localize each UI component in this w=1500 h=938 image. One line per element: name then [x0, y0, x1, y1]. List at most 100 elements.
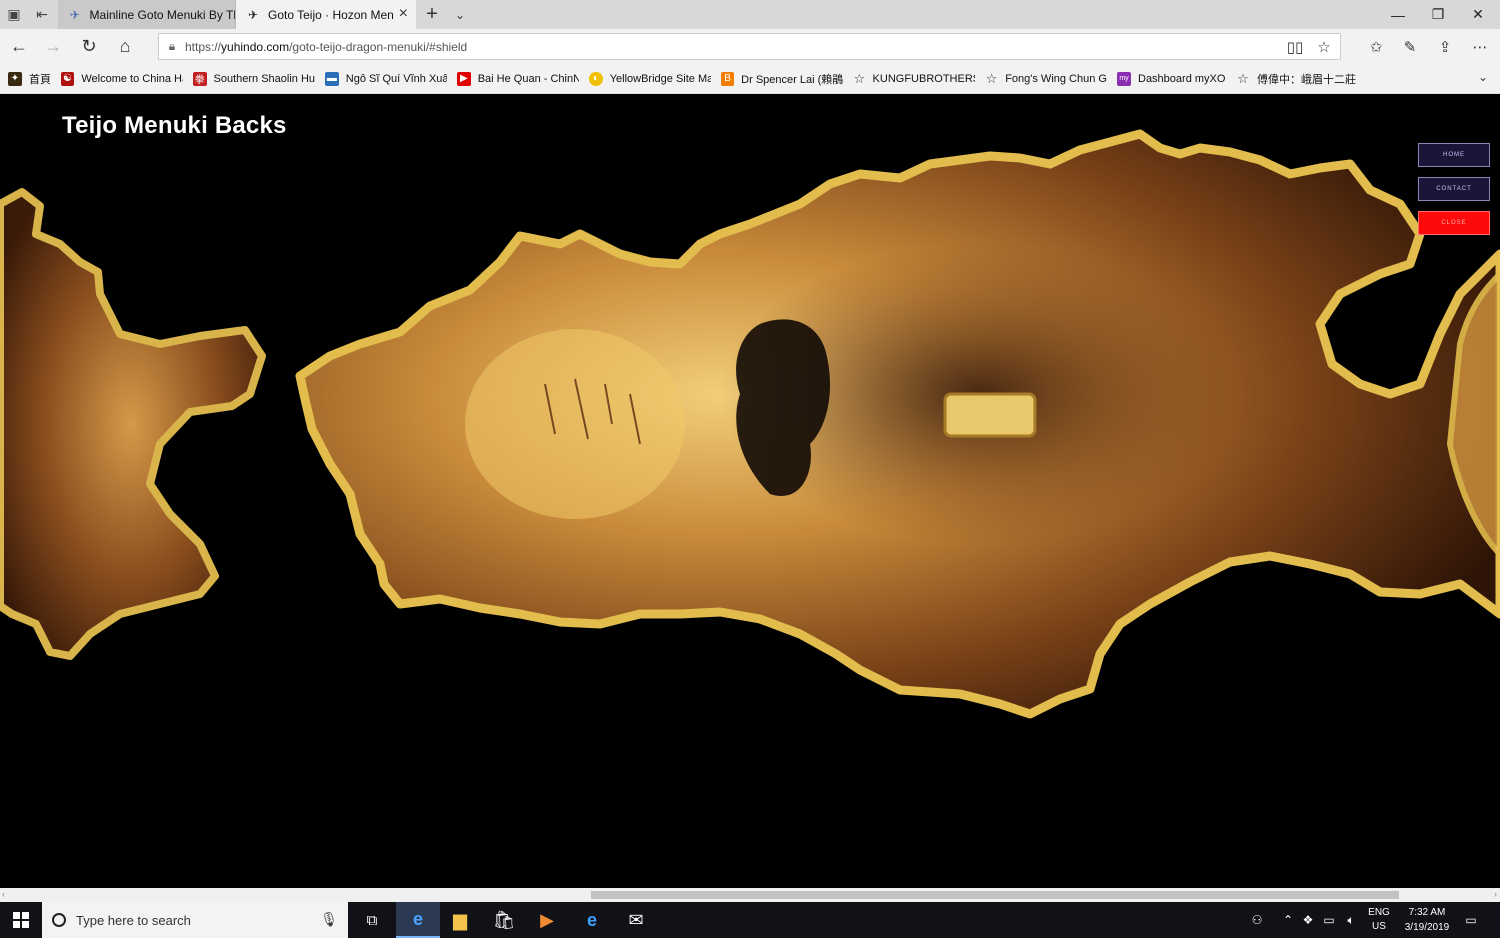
left-piece-shape [0, 188, 266, 660]
favorite-item[interactable]: ✦ 首頁 [8, 64, 51, 93]
windows-taskbar: Type here to search 🎙︎ ⧉ e ▆ 🛍︎ ▶ e ✉ ⚇ … [0, 902, 1500, 938]
search-placeholder: Type here to search [76, 912, 191, 928]
windows-start-icon[interactable] [0, 902, 42, 938]
inner-bright-region [465, 329, 685, 519]
favorite-item[interactable]: ◐ YellowBridge Site Ma [589, 64, 711, 93]
microphone-icon[interactable]: 🎙︎ [320, 911, 338, 928]
internet-explorer-icon[interactable]: e [570, 902, 614, 938]
share-icon[interactable]: ⇪ [1431, 33, 1459, 60]
close-button[interactable]: CLOSE [1418, 211, 1490, 235]
edge-browser-icon[interactable]: e [396, 902, 440, 938]
reading-view-icon[interactable]: ▯▯ [1281, 33, 1309, 60]
yinyang-icon: ☯ [61, 71, 75, 86]
taskbar-search-input[interactable]: Type here to search 🎙︎ [42, 902, 348, 938]
page-icon: ▬ [325, 71, 339, 86]
star-icon: ☆ [1237, 70, 1249, 86]
url-path: /goto-teijo-dragon-menuki/#shield [289, 39, 468, 54]
favorites-hub-icon[interactable]: ✩ [1362, 33, 1390, 60]
pen-icon[interactable]: ✎ [1396, 33, 1424, 60]
tab-strip: ▣ ⇤ ✈ Mainline Goto Menuki By Th ✈ Goto … [0, 0, 1500, 29]
scrollbar-thumb[interactable] [591, 891, 1399, 899]
clock[interactable]: 7:32 AM 3/19/2019 [1396, 902, 1458, 938]
youtube-icon: ▶ [457, 71, 471, 86]
favorite-item[interactable]: B Dr Spencer Lai (賴鵑5 [721, 64, 843, 93]
microsoft-store-icon[interactable]: 🛍︎ [482, 902, 526, 938]
favorite-item[interactable]: ☆ 傅偉中：峨眉十二莊 [1236, 64, 1360, 93]
close-window-icon[interactable]: ✕ [1458, 0, 1498, 29]
scroll-left-icon[interactable]: ‹ [2, 889, 5, 899]
center-pin [943, 392, 1037, 438]
minimize-icon[interactable]: — [1378, 0, 1418, 29]
chevron-down-icon[interactable]: ⌄ [448, 0, 472, 29]
refresh-icon[interactable]: ↻ [72, 29, 106, 64]
favorite-label: 傅偉中：峨眉十二莊 [1257, 73, 1356, 86]
restore-icon[interactable]: ❐ [1418, 0, 1458, 29]
file-explorer-icon[interactable]: ▆ [438, 902, 482, 938]
contact-button[interactable]: CONTACT [1418, 177, 1490, 201]
favorite-item[interactable]: ▬ Ngô Sĩ Quí Vĩnh Xuâ [325, 64, 447, 93]
url-prefix: https:// [185, 39, 222, 54]
media-player-icon[interactable]: ▶ [525, 902, 569, 938]
chevron-down-icon[interactable]: ⌄ [1478, 70, 1488, 84]
notifications-icon[interactable]: ▭ [1458, 902, 1484, 938]
favorite-star-icon[interactable]: ☆ [1310, 33, 1338, 60]
bridge-icon: ◐ [589, 71, 603, 86]
home-button[interactable]: HOME [1418, 143, 1490, 167]
star-icon: ☆ [985, 70, 998, 86]
url-domain: yuhindo.com [221, 39, 290, 54]
mail-icon[interactable]: ✉ [614, 902, 658, 938]
tab-goto-teijo[interactable]: ✈ Goto Teijo · Hozon Men × [236, 0, 416, 29]
people-icon[interactable]: ⚇ [1246, 902, 1268, 938]
favorite-item[interactable]: 拳 Southern Shaolin Hur [193, 64, 315, 93]
forward-arrow-icon[interactable]: → [36, 29, 70, 64]
star-icon: ☆ [853, 70, 866, 86]
favorite-label: 首頁 [29, 73, 51, 86]
set-aside-tabs-icon[interactable]: ⇤ [28, 0, 56, 29]
navigation-bar: ← → ↻ ⌂ 🔒︎ https://yuhindo.com/goto-teij… [0, 29, 1500, 64]
more-options-icon[interactable]: ⋯ [1466, 33, 1494, 60]
favorite-label: Dr Spencer Lai (賴鵑5 [741, 73, 843, 86]
task-view-icon[interactable]: ⧉ [350, 902, 394, 938]
clock-time: 7:32 AM [1408, 907, 1446, 918]
favorite-item[interactable]: ☆ KUNGFUBROTHERS - [853, 64, 975, 93]
tab-mainline-goto[interactable]: ✈ Mainline Goto Menuki By Th [58, 0, 236, 29]
lock-icon: 🔒︎ [168, 39, 176, 53]
new-tab-icon[interactable]: + [420, 0, 444, 29]
page-title: Teijo Menuki Backs [62, 112, 287, 139]
clock-date: 3/19/2019 [1404, 922, 1450, 933]
cat-icon: ✦ [8, 71, 22, 86]
region-code: US [1372, 921, 1386, 932]
back-arrow-icon[interactable]: ← [2, 29, 36, 64]
favorite-item[interactable]: my Dashboard myXO [1117, 64, 1227, 93]
address-bar[interactable]: 🔒︎ https://yuhindo.com/goto-teijo-dragon… [158, 33, 1341, 60]
input-language[interactable]: ENG US [1364, 902, 1394, 938]
scroll-right-icon[interactable]: › [1494, 889, 1497, 899]
favorite-label: Welcome to China Ha [81, 72, 183, 85]
favorite-item[interactable]: ▶ Bai He Quan - ChinN [457, 64, 579, 93]
chevron-up-icon[interactable]: ⌃ [1278, 902, 1298, 938]
myxo-icon: my [1117, 71, 1131, 86]
favorite-label: Bai He Quan - ChinN [477, 72, 579, 85]
page-viewport: Teijo Menuki Backs HOME CONTACT CLOSE [0, 94, 1500, 888]
cortana-icon [52, 913, 66, 927]
volume-icon[interactable]: 🔈︎ [1340, 902, 1362, 938]
favorite-item[interactable]: ☯ Welcome to China Ha [61, 64, 183, 93]
lang-code: ENG [1368, 907, 1390, 918]
tab-label: Mainline Goto Menuki By Th [89, 7, 235, 22]
blogger-icon: B [721, 71, 735, 86]
chinese-char-icon: 拳 [193, 71, 207, 86]
favorite-label: Southern Shaolin Hur [213, 72, 315, 85]
favorite-item[interactable]: ☆ Fong's Wing Chun Gu [985, 64, 1107, 93]
yuhindo-favicon-icon: ✈ [247, 7, 259, 22]
network-icon[interactable]: ▭ [1318, 902, 1340, 938]
dropbox-icon[interactable]: ❖ [1298, 902, 1318, 938]
favorite-label: Fong's Wing Chun Gu [1005, 72, 1107, 85]
yuhindo-favicon-icon: ✈ [69, 7, 80, 22]
close-tab-icon[interactable]: × [399, 6, 408, 22]
tab-actions-icon[interactable]: ▣ [0, 0, 28, 29]
favorite-label: Dashboard myXO [1138, 72, 1226, 85]
home-icon[interactable]: ⌂ [108, 29, 142, 64]
favorite-label: YellowBridge Site Ma [609, 72, 711, 85]
favorites-bar: ✦ 首頁 ☯ Welcome to China Ha 拳 Southern Sh… [0, 64, 1500, 94]
horizontal-scrollbar[interactable]: ‹ › [0, 888, 1500, 902]
